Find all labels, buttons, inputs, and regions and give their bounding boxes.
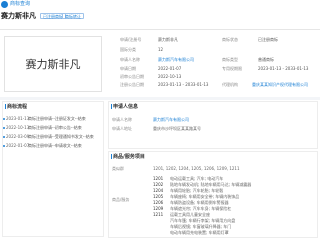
goods-item: 车辆后视镜; 车窗玻璃升降器; 车门	[170, 224, 232, 229]
goods-title: 商品/服务项目	[113, 154, 145, 160]
field-label: 初审公告日期	[120, 74, 144, 79]
goods-item: 运载工具用儿童安全座	[170, 212, 210, 217]
timeline-text: 商标注册申请--注册证发文--结束	[28, 116, 86, 121]
field-value: 2023-01-13 - 2033-01-13	[158, 82, 209, 87]
timeline-dot-icon	[3, 145, 5, 147]
group-number: 1209	[153, 206, 164, 211]
timeline-dot-icon	[3, 136, 5, 138]
goods-item: 电动车辆用充电装置; 车辆用灯罩	[170, 230, 229, 235]
applicant-name-label: 申请人名称	[112, 117, 132, 122]
app-logo-icon	[1, 1, 8, 8]
field-label: 商标类型	[222, 57, 238, 62]
goods-item: 车辆用轮胎; 汽车轮胎; 车轮毂	[170, 188, 224, 193]
field-value: 12	[158, 47, 164, 52]
field-label: 申请日期	[120, 66, 136, 71]
field-label: 代理机构	[222, 82, 238, 87]
field-label: 申请/注册号	[120, 37, 142, 42]
transfer-chip[interactable]: 商标转让	[62, 13, 84, 19]
timeline-title: 商标流程	[7, 104, 28, 110]
field-value: 2022-10-13	[158, 74, 182, 79]
timeline-dot-icon	[3, 127, 5, 129]
goods-item: 陆地车辆发动机; 陆地车辆用马达; 车辆减震器	[170, 182, 252, 187]
timeline-date: 2023-01-13	[6, 116, 30, 121]
items-label: 商品/服务	[112, 197, 130, 202]
field-value: 赛力斯非凡	[158, 37, 178, 42]
field-value: 已注册商标	[258, 37, 278, 42]
trademark-image: 赛力斯非凡	[4, 36, 102, 92]
field-label: 国际分类	[120, 47, 136, 52]
timeline-date: 2022-10-13	[6, 125, 30, 130]
group-number: 1201	[153, 176, 164, 181]
field-value: 2022-01-07	[158, 66, 182, 71]
timeline-text: 商标注册申请--申请收文--结束	[28, 143, 82, 148]
goods-item: 车辆防盗设备; 车辆用倒车警报器	[170, 200, 229, 205]
group-number: 1204	[153, 188, 164, 193]
field-label: 专用权期限	[222, 66, 242, 71]
goods-item: 汽车车篷; 车辆行李架; 车辆用方向盘	[170, 218, 236, 223]
applicant-address-value: 重庆市沙坪坝区某某路某号	[153, 126, 201, 131]
page-title: 赛力斯非凡	[1, 12, 36, 20]
goods-item: 车辆座椅; 车辆用安全带; 车辆内装饰品	[170, 194, 240, 199]
timeline-text: 商标注册申请--受理通知书发文--结束	[28, 134, 94, 139]
applicant-link[interactable]: 赛力斯汽车有限公司	[158, 57, 194, 62]
goods-item: 车辆遮光帘; 汽车车身; 车辆保险杠	[170, 206, 232, 211]
field-value: 2023-01-13 - 2033-01-13	[258, 66, 309, 71]
groups-label: 类似群	[112, 166, 124, 171]
top-bar: 商标查询 赛力斯非凡 已注册商标 商标转让	[0, 0, 320, 30]
field-label: 注册公告日期	[120, 82, 144, 87]
group-number: 1205	[153, 194, 164, 199]
section-divider	[0, 97, 320, 100]
groups-value: 1201, 1202, 1204, 1205, 1206, 1209, 1211	[153, 166, 240, 171]
timeline-panel	[2, 101, 104, 237]
group-number: 1202	[153, 182, 164, 187]
timeline-dot-icon	[3, 118, 5, 120]
app-logo-text: 商标查询	[10, 1, 31, 7]
applicant-name-link[interactable]: 赛力斯汽车有限公司	[153, 117, 189, 122]
applicant-address-label: 申请人地址	[112, 126, 132, 131]
group-number: 1206	[153, 200, 164, 205]
group-number: 1211	[153, 212, 164, 217]
applicant-panel	[108, 101, 318, 149]
agency-link[interactable]: 重庆某某知识产权代理有限公司	[252, 82, 316, 87]
timeline-date: 2022-01-07	[6, 143, 30, 148]
applicant-title: 申请人信息	[113, 104, 139, 110]
goods-item: 电动运载工具; 汽车; 电动汽车	[170, 176, 224, 181]
timeline-text: 商标注册申请--初审公告--结束	[28, 125, 82, 130]
field-label: 申请人名称	[120, 57, 140, 62]
timeline-date: 2022-03-09	[6, 134, 30, 139]
field-label: 商标状态	[222, 37, 238, 42]
field-value: 普通商标	[258, 57, 274, 62]
